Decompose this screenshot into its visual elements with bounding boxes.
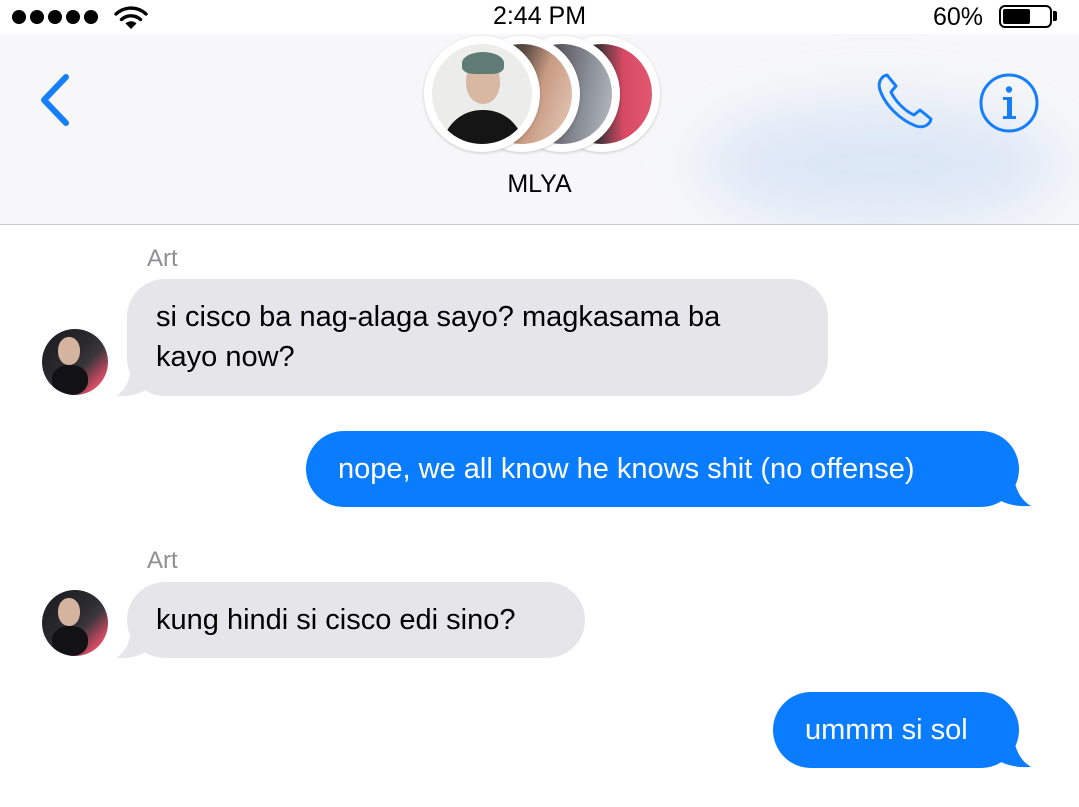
back-button[interactable]	[36, 72, 76, 128]
message-text: si cisco ba nag-alaga sayo? magkasama ba	[156, 301, 721, 333]
battery-percentage: 60%	[933, 3, 984, 31]
chevron-left-icon	[41, 74, 69, 126]
messages-screen: 2:44 PM 60% MLYA Art si cisco ba nag-ala…	[0, 0, 1079, 807]
status-bar: 2:44 PM 60%	[0, 0, 1079, 34]
sender-name: Art	[147, 547, 178, 574]
battery-tip	[1053, 11, 1057, 21]
sender-avatar[interactable]	[42, 329, 108, 395]
sender-name: Art	[147, 245, 178, 272]
info-button[interactable]	[978, 72, 1040, 134]
message-bubble[interactable]: nope, we all know he knows shit (no offe…	[306, 431, 1019, 507]
info-icon	[979, 73, 1039, 133]
message-bubble[interactable]: ummm si sol	[773, 692, 1019, 768]
message-text: ummm si sol	[805, 714, 968, 746]
battery-icon	[999, 5, 1052, 28]
message-text: nope, we all know he knows shit (no offe…	[338, 453, 915, 485]
group-member-avatar	[424, 36, 540, 152]
message-bubble[interactable]: si cisco ba nag-alaga sayo? magkasama ba…	[127, 279, 828, 396]
status-time: 2:44 PM	[492, 2, 587, 30]
sender-avatar[interactable]	[42, 590, 108, 656]
call-button[interactable]	[874, 70, 936, 132]
conversation-header: MLYA	[0, 34, 1079, 225]
message-text: kung hindi si cisco edi sino?	[156, 604, 516, 636]
message-bubble[interactable]: kung hindi si cisco edi sino?	[127, 582, 585, 658]
group-avatars[interactable]	[420, 36, 660, 156]
phone-icon	[877, 73, 933, 129]
message-text: kayo now?	[156, 341, 295, 373]
group-name[interactable]: MLYA	[0, 170, 1079, 199]
